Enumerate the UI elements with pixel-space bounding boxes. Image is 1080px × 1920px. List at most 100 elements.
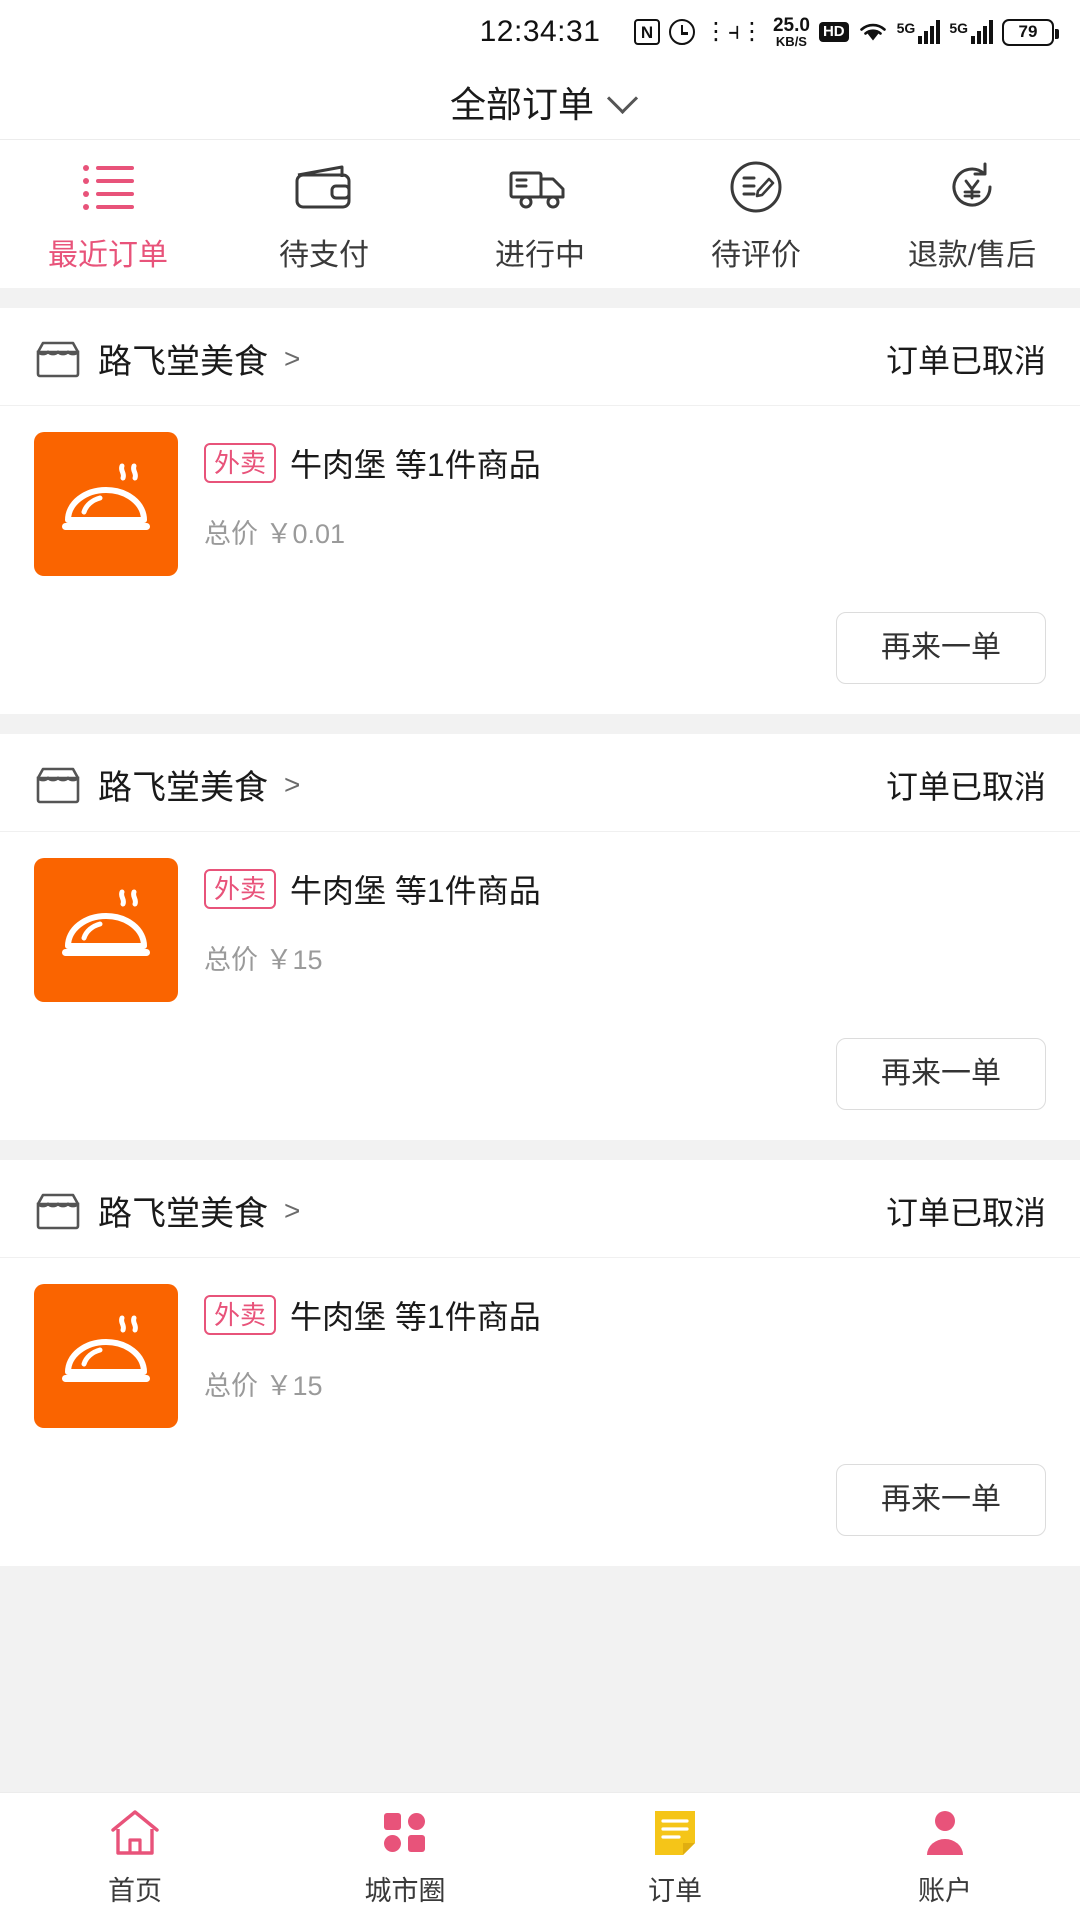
shop-name: 路飞堂美食 [98,769,268,807]
battery-level: 79 [1018,22,1038,41]
page-title: 全部订单 [449,83,594,125]
page-title-bar[interactable]: 全部订单 [0,64,1080,140]
battery-icon: 79 [1002,18,1059,46]
section-divider [0,1140,1080,1160]
order-total-label: 总价 [204,1371,258,1401]
reorder-button[interactable]: 再来一单 [836,1464,1046,1536]
chevron-right-icon[interactable]: > [284,343,300,375]
order-goods-summary: 牛肉堡 等1件商品 [290,1299,541,1335]
hd-icon: HD [818,21,849,43]
order-type-badge: 外卖 [204,868,277,910]
order-item-title-row: 外卖 牛肉堡 等1件商品 [204,440,541,486]
review-icon [727,158,785,216]
tab-label: 最近订单 [48,239,168,272]
chevron-right-icon[interactable]: > [284,769,300,801]
food-cover-icon [34,858,178,1002]
order-total: 总价 ￥0.01 [204,512,541,551]
shop-icon [34,339,82,379]
order-card-body[interactable]: 外卖 牛肉堡 等1件商品 总价 ￥15 [0,832,1080,1022]
nav-item-orders[interactable]: 订单 [540,1805,810,1908]
nav-label: 城市圈 [364,1876,446,1906]
order-goods-summary: 牛肉堡 等1件商品 [290,873,541,909]
order-card-header[interactable]: 路飞堂美食 > 订单已取消 [0,308,1080,406]
bottom-nav: 首页 城市圈 订单 账户 [0,1792,1080,1920]
order-card-header[interactable]: 路飞堂美食 > 订单已取消 [0,734,1080,832]
order-card-header[interactable]: 路飞堂美食 > 订单已取消 [0,1160,1080,1258]
order-status: 订单已取消 [885,342,1046,379]
nav-label: 订单 [648,1876,702,1906]
sim2-network-label: 5G [949,20,968,36]
signal-icon: 5G [897,20,941,44]
reorder-button[interactable]: 再来一单 [836,1038,1046,1110]
order-type-badge: 外卖 [204,1294,277,1336]
sim1-network-label: 5G [896,20,916,36]
tab-label: 退款/售后 [907,239,1037,272]
order-total: 总价 ￥15 [204,938,541,977]
order-card-actions: 再来一单 [0,1022,1080,1140]
nfc-icon-label: N [633,19,660,45]
alarm-icon [668,19,695,45]
order-status: 订单已取消 [885,1194,1046,1231]
network-speed-value: 25.0 [772,15,810,36]
nav-label: 首页 [108,1876,162,1906]
refund-icon [943,158,1001,216]
order-item-info: 外卖 牛肉堡 等1件商品 总价 ￥0.01 [204,432,541,576]
order-item-info: 外卖 牛肉堡 等1件商品 总价 ￥15 [204,1284,541,1428]
nav-label: 账户 [918,1876,972,1906]
app-screen: 12:34:31 N ⋮⫞⋮ 25.0 KB/S HD 5G 5G 79 全部订… [0,0,1080,1920]
tab-label: 待支付 [279,239,369,272]
order-card-body[interactable]: 外卖 牛肉堡 等1件商品 总价 ￥0.01 [0,406,1080,596]
order-card[interactable]: 路飞堂美食 > 订单已取消 外卖 牛肉堡 等1件商品 [0,734,1080,1140]
order-card-body[interactable]: 外卖 牛肉堡 等1件商品 总价 ￥15 [0,1258,1080,1448]
status-bar: 12:34:31 N ⋮⫞⋮ 25.0 KB/S HD 5G 5G 79 [0,0,1080,64]
section-divider [0,288,1080,308]
chevron-down-icon[interactable] [606,82,639,114]
tab-pending-review[interactable]: 待评价 [648,158,864,274]
network-speed-unit: KB/S [775,34,807,49]
sim1-bars [918,20,941,44]
tab-refund-aftersales[interactable]: 退款/售后 [864,158,1080,274]
tab-pending-payment[interactable]: 待支付 [216,158,432,274]
nfc-icon: N [633,19,660,45]
order-item-info: 外卖 牛肉堡 等1件商品 总价 ￥15 [204,858,541,1002]
vibrate-icon: ⋮⫞⋮ [703,18,764,45]
nav-item-city-circle[interactable]: 城市圈 [270,1805,540,1908]
order-total-price: ￥15 [265,945,323,975]
signal-icon-2: 5G [949,20,993,44]
shop-name: 路飞堂美食 [98,1195,268,1233]
order-card-actions: 再来一单 [0,1448,1080,1566]
chevron-right-icon[interactable]: > [284,1195,300,1227]
tab-recent-orders[interactable]: 最近订单 [0,158,216,274]
order-type-badge: 外卖 [204,442,277,484]
nav-item-account[interactable]: 账户 [810,1805,1080,1908]
nav-item-home[interactable]: 首页 [0,1805,270,1908]
wallet-icon [292,158,356,216]
order-item-title-row: 外卖 牛肉堡 等1件商品 [204,866,541,912]
list-icon [82,158,134,216]
truck-icon [507,158,573,216]
tab-label: 进行中 [495,239,585,272]
wifi-icon [858,20,888,44]
network-speed-icon: 25.0 KB/S [773,16,810,48]
city-circle-icon [378,1805,432,1861]
order-card[interactable]: 路飞堂美食 > 订单已取消 外卖 牛肉堡 等1件商品 [0,308,1080,714]
food-cover-icon [34,1284,178,1428]
order-total-price: ￥0.01 [265,519,346,549]
shop-icon [34,765,82,805]
order-card[interactable]: 路飞堂美食 > 订单已取消 外卖 牛肉堡 等1件商品 [0,1160,1080,1566]
hd-icon-label: HD [818,21,849,43]
status-bar-right: N ⋮⫞⋮ 25.0 KB/S HD 5G 5G 79 [633,16,1059,48]
order-total-price: ￥15 [265,1371,323,1401]
reorder-button[interactable]: 再来一单 [836,612,1046,684]
list-bottom-space [0,1566,1080,1792]
sim2-bars [971,20,993,44]
order-total: 总价 ￥15 [204,1364,541,1403]
tab-label: 待评价 [711,239,801,272]
order-item-title-row: 外卖 牛肉堡 等1件商品 [204,1292,541,1338]
tab-in-progress[interactable]: 进行中 [432,158,648,274]
shop-name: 路飞堂美食 [98,343,268,381]
order-total-label: 总价 [204,519,258,549]
shop-icon [34,1191,82,1231]
home-icon [108,1805,162,1861]
order-icon [650,1805,700,1861]
